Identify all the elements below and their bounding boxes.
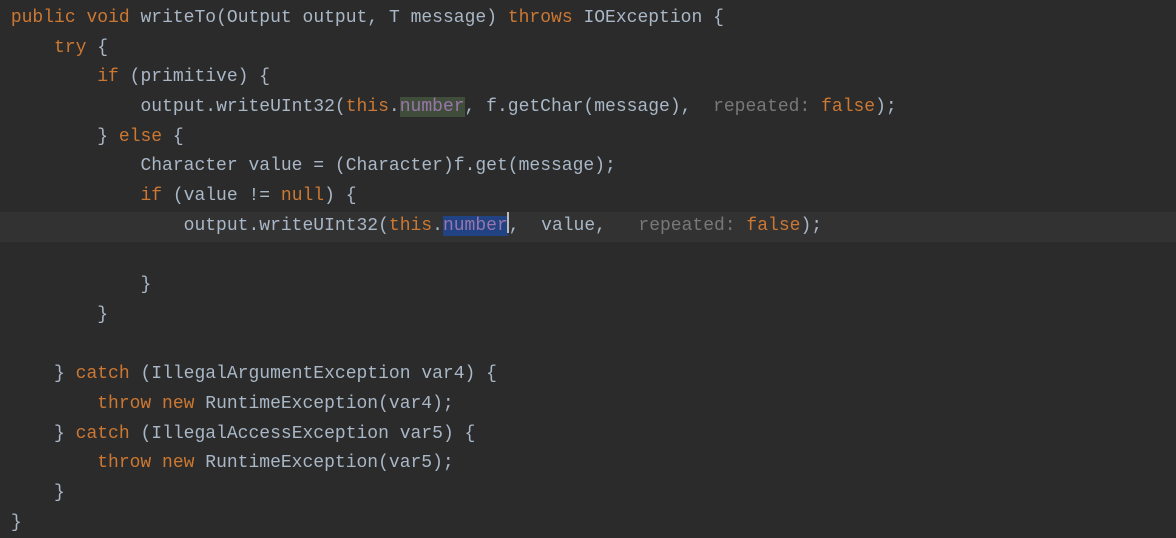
brace: } [54, 364, 65, 384]
code-line: throw new RuntimeException(var5); [0, 453, 454, 473]
identifier: value [248, 156, 302, 176]
identifier: message [594, 97, 670, 117]
identifier: var4 [389, 394, 432, 414]
operator: != [248, 186, 270, 206]
type: RuntimeException [205, 453, 378, 473]
brace: } [97, 305, 108, 325]
method-name: writeTo [140, 8, 216, 28]
code-line: } catch (IllegalArgumentException var4) … [0, 364, 497, 384]
code-line: throw new RuntimeException(var4); [0, 394, 454, 414]
brace: } [54, 424, 65, 444]
code-line: } [0, 483, 65, 503]
code-line: } catch (IllegalAccessException var5) { [0, 424, 475, 444]
brace: } [140, 275, 151, 295]
code-line: public void writeTo(Output output, T mes… [0, 8, 724, 28]
cast-type: Character [346, 156, 443, 176]
keyword-null: null [281, 186, 324, 206]
keyword-void: void [86, 8, 129, 28]
type: IllegalArgumentException [151, 364, 410, 384]
identifier: var5 [400, 424, 443, 444]
type: RuntimeException [205, 394, 378, 414]
identifier: output [140, 97, 205, 117]
param-name: message [411, 8, 487, 28]
brace: { [713, 8, 724, 28]
brace: { [173, 127, 184, 147]
keyword-throws: throws [508, 8, 573, 28]
code-line: } [0, 513, 22, 533]
identifier: primitive [140, 67, 237, 87]
brace: { [346, 186, 357, 206]
method-call: getChar [508, 97, 584, 117]
brace: { [465, 424, 476, 444]
code-line: } [0, 275, 151, 295]
code-line: } [0, 305, 108, 325]
code-editor[interactable]: public void writeTo(Output output, T mes… [0, 0, 1176, 538]
type: Character [140, 156, 237, 176]
brace: { [97, 38, 108, 58]
code-line: Character value = (Character)f.get(messa… [0, 156, 616, 176]
brace: } [11, 513, 22, 533]
param-type: T [389, 8, 400, 28]
inlay-hint: repeated: [638, 216, 735, 236]
keyword-catch: catch [76, 424, 130, 444]
field-number: number [400, 97, 465, 117]
operator: = [313, 156, 324, 176]
keyword-catch: catch [76, 364, 130, 384]
keyword-new: new [162, 453, 194, 473]
code-line: output.writeUInt32(this.number, f.getCha… [0, 97, 897, 117]
method-call: writeUInt32 [259, 216, 378, 236]
identifier: f [486, 97, 497, 117]
keyword-try: try [54, 38, 86, 58]
code-line-current: output.writeUInt32(this.number, value, r… [0, 212, 1176, 242]
identifier: value [541, 216, 595, 236]
code-line: } else { [0, 127, 184, 147]
keyword-new: new [162, 394, 194, 414]
type: IllegalAccessException [151, 424, 389, 444]
brace: { [486, 364, 497, 384]
keyword-if: if [97, 67, 119, 87]
identifier: message [519, 156, 595, 176]
keyword-throw: throw [97, 394, 151, 414]
code-line [0, 335, 11, 355]
identifier: value [184, 186, 238, 206]
brace: } [97, 127, 108, 147]
keyword-else: else [119, 127, 162, 147]
keyword-throw: throw [97, 453, 151, 473]
caret-icon [507, 212, 509, 233]
keyword-this: this [389, 216, 432, 236]
method-call: get [475, 156, 507, 176]
field-number-selected: number [443, 216, 508, 236]
keyword-false: false [746, 216, 800, 236]
code-line: try { [0, 38, 108, 58]
param-type: Output [227, 8, 292, 28]
keyword-public: public [11, 8, 76, 28]
keyword-false: false [821, 97, 875, 117]
method-call: writeUInt32 [216, 97, 335, 117]
exception-type: IOException [583, 8, 702, 28]
inlay-hint: repeated: [713, 97, 810, 117]
param-name: output [303, 8, 368, 28]
code-line: if (primitive) { [0, 67, 270, 87]
code-line: if (value != null) { [0, 186, 357, 206]
identifier: f [454, 156, 465, 176]
brace: } [54, 483, 65, 503]
keyword-this: this [346, 97, 389, 117]
identifier: var5 [389, 453, 432, 473]
identifier: output [184, 216, 249, 236]
identifier: var4 [421, 364, 464, 384]
brace: { [259, 67, 270, 87]
keyword-if: if [140, 186, 162, 206]
